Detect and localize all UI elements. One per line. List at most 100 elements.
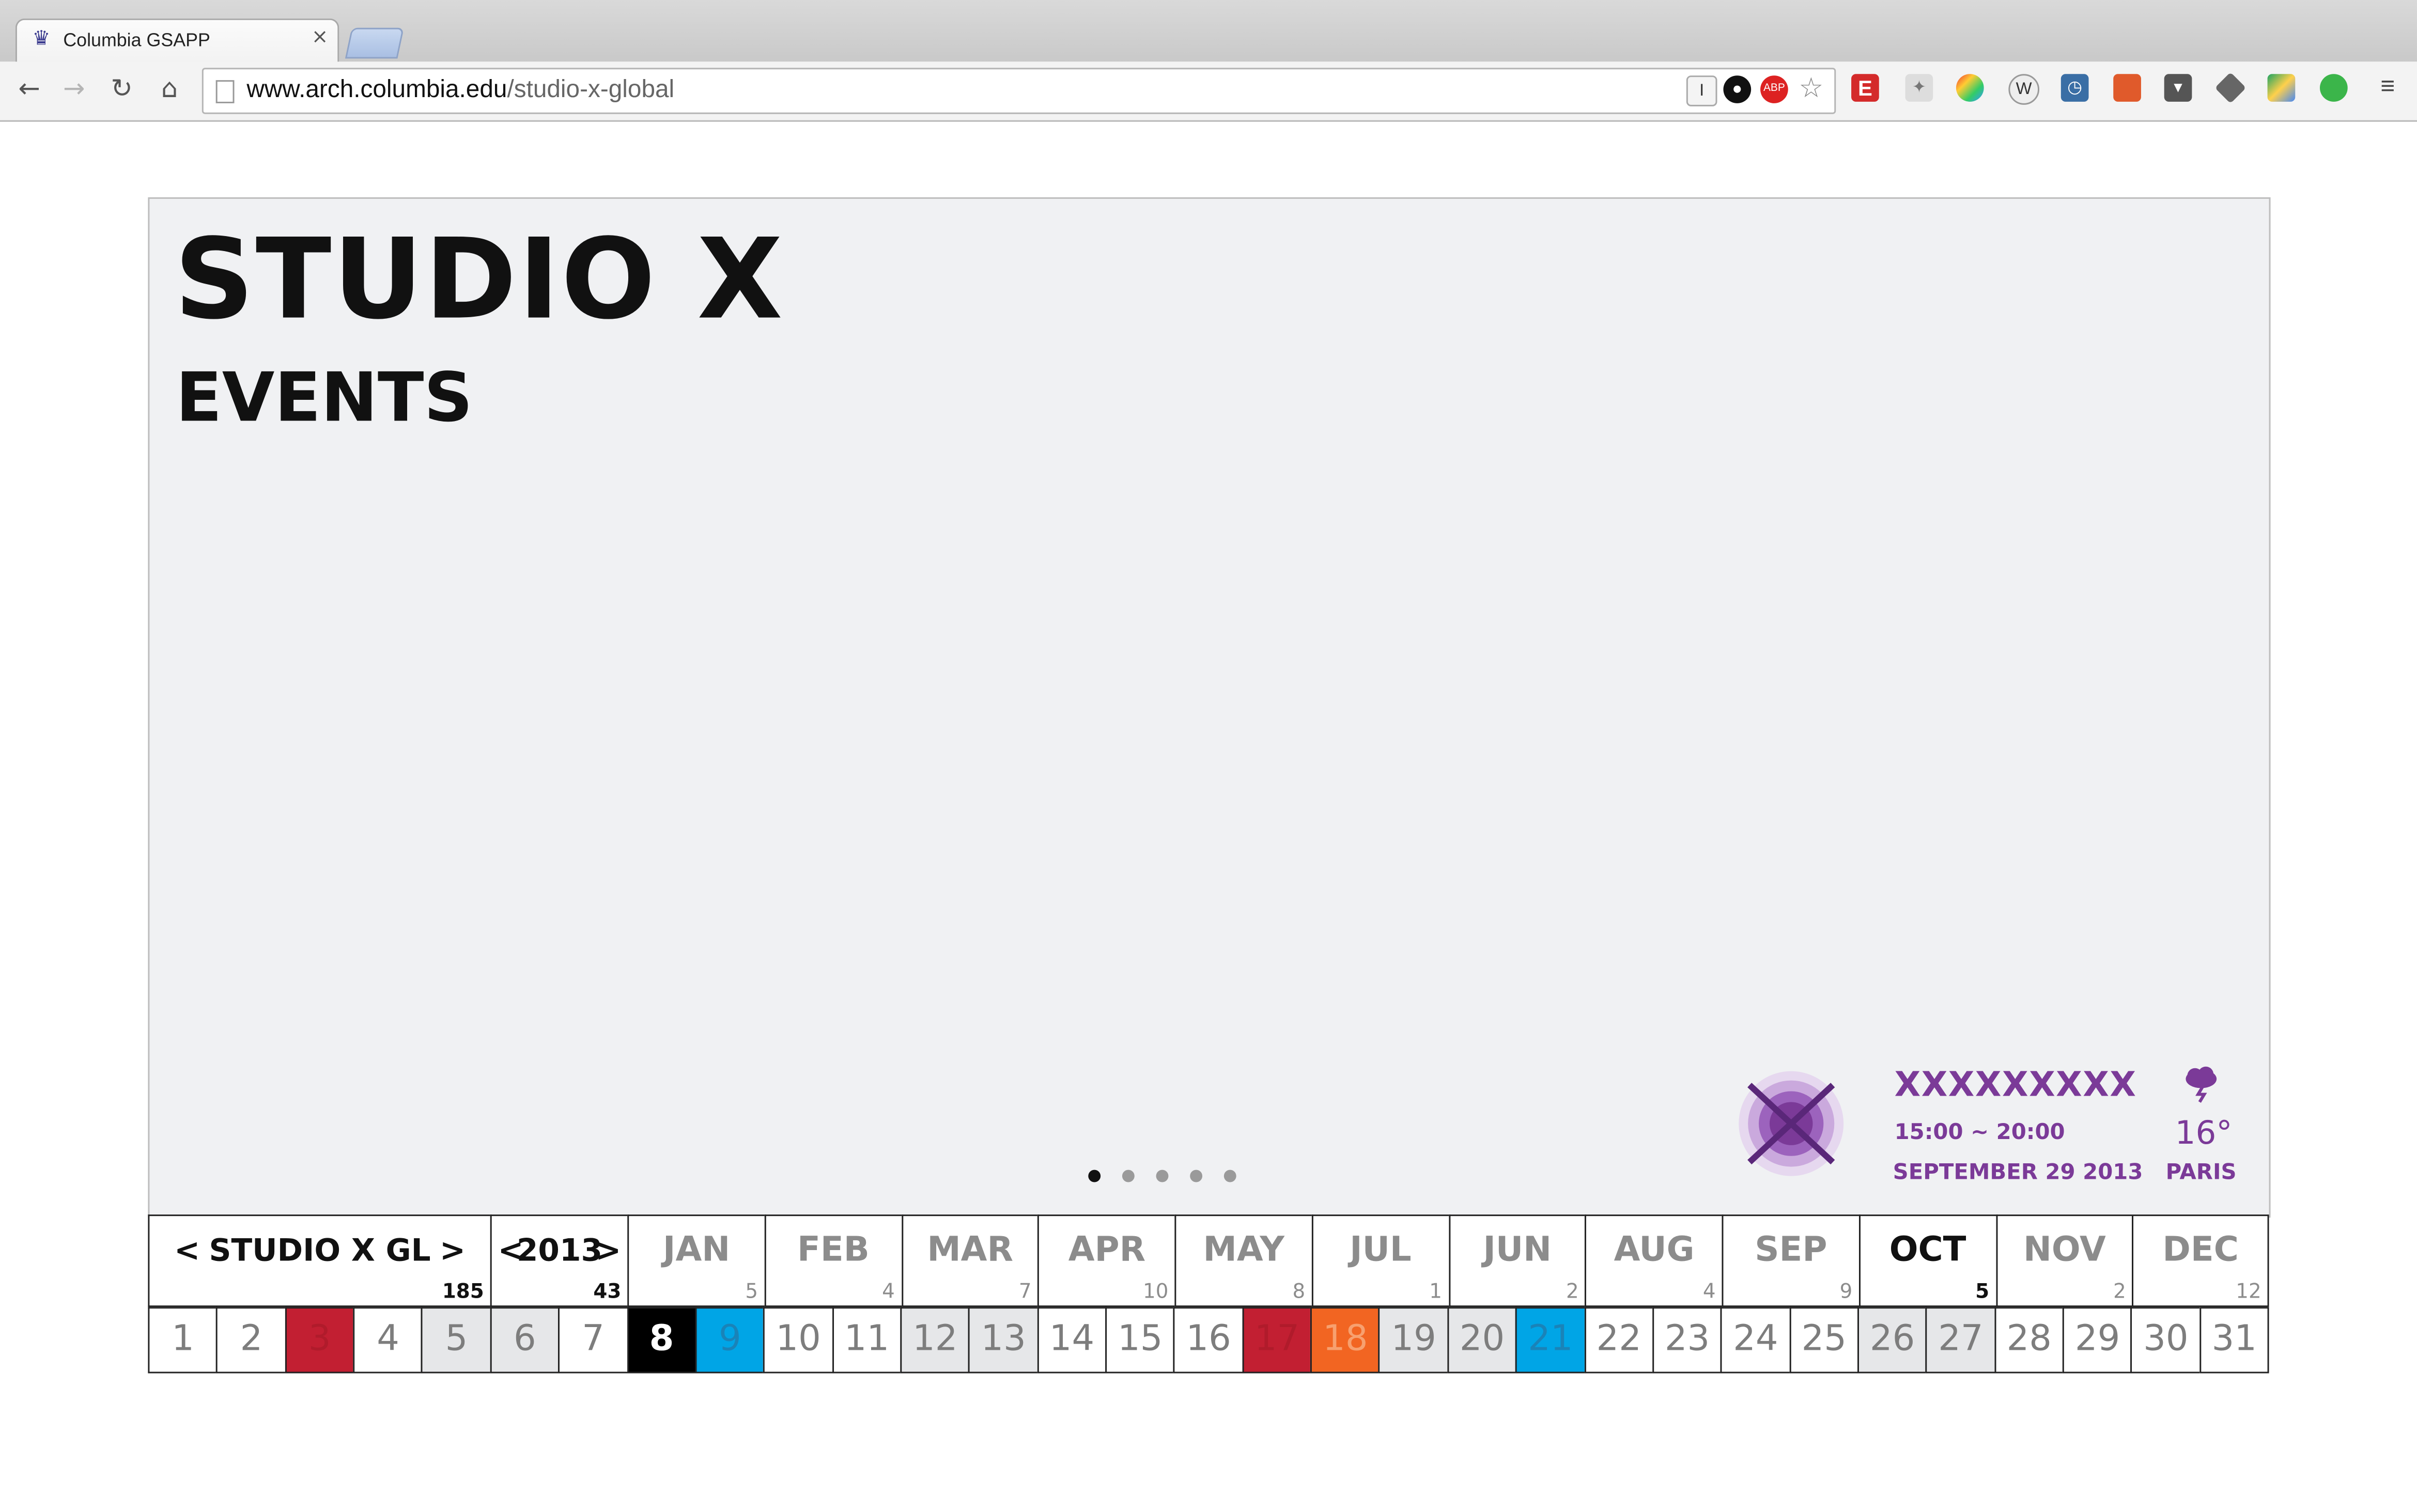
url-path: /studio-x-global xyxy=(507,77,675,103)
tab-title: Columbia GSAPP xyxy=(63,29,210,51)
day-cell[interactable]: 15 xyxy=(1105,1307,1174,1374)
month-label: AUG xyxy=(1614,1231,1695,1270)
slider-dot[interactable] xyxy=(1190,1170,1203,1182)
month-tab-jul[interactable]: JUL 1 xyxy=(1311,1214,1448,1307)
day-cell[interactable]: 1 xyxy=(148,1307,216,1374)
month-count: 8 xyxy=(1292,1281,1306,1304)
year-selector: < 2013 > 43 xyxy=(490,1214,628,1307)
evernote-extension-icon[interactable]: E xyxy=(1851,74,1879,102)
day-cell[interactable]: 13 xyxy=(968,1307,1037,1374)
month-tab-nov[interactable]: NOV 2 xyxy=(1995,1214,2132,1307)
page-title: STUDIO X xyxy=(174,214,784,344)
day-cell[interactable]: 18 xyxy=(1310,1307,1379,1374)
day-cell[interactable]: 4 xyxy=(353,1307,422,1374)
pocket-icon[interactable]: ▾ xyxy=(2164,74,2192,102)
location-selector: < STUDIO X GL > 185 xyxy=(148,1214,490,1307)
day-cell[interactable]: 8 xyxy=(626,1307,695,1374)
month-tab-mar[interactable]: MAR 7 xyxy=(901,1214,1038,1307)
close-icon[interactable]: × xyxy=(312,26,329,50)
url-text[interactable]: www.arch.columbia.edu/studio-x-global xyxy=(246,77,674,105)
forward-arrow-icon[interactable]: → xyxy=(58,74,89,105)
slider-dot[interactable] xyxy=(1156,1170,1169,1182)
day-cell[interactable]: 21 xyxy=(1515,1307,1584,1374)
hangouts-extension-icon[interactable] xyxy=(2320,74,2348,102)
day-row: 1 2 3 4 5 6 7 8 9 10 11 12 13 14 15 16 17 18 19 20 21 22 23 24 2… xyxy=(148,1307,2269,1374)
reload-icon[interactable]: ↻ xyxy=(106,74,137,105)
day-cell[interactable]: 25 xyxy=(1789,1307,1857,1374)
month-tab-oct[interactable]: OCT 5 xyxy=(1858,1214,1996,1307)
day-cell[interactable]: 23 xyxy=(1652,1307,1721,1374)
spy-extension-icon[interactable]: ● xyxy=(1723,75,1752,103)
location-next-button[interactable]: > xyxy=(440,1232,466,1269)
slider-dot[interactable] xyxy=(1223,1170,1236,1182)
day-cell[interactable]: 5 xyxy=(421,1307,490,1374)
day-cell[interactable]: 12 xyxy=(900,1307,969,1374)
cursor-extension-icon[interactable]: I xyxy=(1686,75,1717,106)
month-count: 2 xyxy=(2113,1281,2126,1304)
tab-active[interactable]: ♛ Columbia GSAPP × xyxy=(15,18,339,64)
month-tab-jan[interactable]: JAN 5 xyxy=(627,1214,765,1307)
color-wheel-extension-icon[interactable] xyxy=(1956,74,1984,102)
month-label: SEP xyxy=(1755,1231,1827,1270)
slider-dot[interactable] xyxy=(1088,1170,1101,1182)
address-bar[interactable]: www.arch.columbia.edu/studio-x-global I … xyxy=(202,68,1836,114)
month-count: 4 xyxy=(1702,1281,1716,1304)
day-cell[interactable]: 20 xyxy=(1447,1307,1516,1374)
day-cell[interactable]: 3 xyxy=(285,1307,353,1374)
day-cell[interactable]: 16 xyxy=(1173,1307,1242,1374)
day-cell[interactable]: 10 xyxy=(763,1307,832,1374)
year-count: 43 xyxy=(593,1281,622,1304)
month-tab-may[interactable]: MAY 8 xyxy=(1174,1214,1312,1307)
day-cell[interactable]: 14 xyxy=(1036,1307,1106,1374)
month-tab-feb[interactable]: FEB 4 xyxy=(764,1214,901,1307)
day-cell[interactable]: 19 xyxy=(1378,1307,1447,1374)
day-cell[interactable]: 2 xyxy=(216,1307,285,1374)
day-cell[interactable]: 9 xyxy=(695,1307,764,1374)
new-tab-button[interactable] xyxy=(345,27,405,59)
slider-pagination xyxy=(1088,1170,1236,1182)
storm-cloud-icon xyxy=(2186,1066,2217,1103)
day-cell[interactable]: 11 xyxy=(831,1307,901,1374)
tools-extension-icon[interactable]: ✦ xyxy=(1905,74,1933,102)
event-name[interactable]: XXXXXXXXX xyxy=(1895,1067,2137,1105)
month-tab-aug[interactable]: AUG 4 xyxy=(1585,1214,1722,1307)
bookmark-extension-icon[interactable] xyxy=(2113,74,2141,102)
day-cell[interactable]: 17 xyxy=(1242,1307,1311,1374)
day-cell[interactable]: 26 xyxy=(1857,1307,1926,1374)
day-cell[interactable]: 22 xyxy=(1584,1307,1652,1374)
month-tab-dec[interactable]: DEC 12 xyxy=(2132,1214,2269,1307)
day-cell[interactable]: 27 xyxy=(1926,1307,1994,1374)
month-count: 10 xyxy=(1143,1281,1169,1304)
slider-dot[interactable] xyxy=(1122,1170,1135,1182)
google-drive-icon[interactable] xyxy=(2267,74,2296,102)
month-label: JUN xyxy=(1483,1231,1552,1270)
home-icon[interactable]: ⌂ xyxy=(154,74,185,105)
day-cell[interactable]: 7 xyxy=(558,1307,627,1374)
tag-extension-icon[interactable] xyxy=(2214,72,2246,104)
wikipedia-extension-icon[interactable]: W xyxy=(2008,74,2040,105)
month-count: 1 xyxy=(1429,1281,1442,1304)
weather-temperature: 16° xyxy=(2175,1114,2233,1151)
page-icon xyxy=(215,80,235,103)
day-cell[interactable]: 30 xyxy=(2131,1307,2199,1374)
day-cell[interactable]: 31 xyxy=(2199,1307,2269,1374)
adblock-icon[interactable]: ABP xyxy=(1760,75,1788,103)
location-label: STUDIO X GL xyxy=(209,1231,431,1269)
url-host: www.arch.columbia.edu xyxy=(246,77,507,103)
day-cell[interactable]: 29 xyxy=(2062,1307,2131,1374)
weather-city: PARIS xyxy=(2165,1160,2237,1186)
month-tab-apr[interactable]: APR 10 xyxy=(1037,1214,1175,1307)
month-tab-jun[interactable]: JUN 2 xyxy=(1448,1214,1585,1307)
day-cell[interactable]: 28 xyxy=(1994,1307,2063,1374)
year-next-button[interactable]: > xyxy=(595,1232,621,1269)
day-cell[interactable]: 24 xyxy=(1721,1307,1789,1374)
month-count: 4 xyxy=(882,1281,895,1304)
day-cell[interactable]: 6 xyxy=(490,1307,559,1374)
clock-extension-icon[interactable]: ◷ xyxy=(2060,74,2089,102)
month-tab-sep[interactable]: SEP 9 xyxy=(1722,1214,1859,1307)
month-label: FEB xyxy=(797,1231,870,1270)
month-label: JUL xyxy=(1350,1231,1412,1270)
menu-icon[interactable]: ≡ xyxy=(2374,74,2401,102)
star-bookmark-icon[interactable]: ☆ xyxy=(1798,74,1825,102)
back-arrow-icon[interactable]: ← xyxy=(14,74,45,105)
